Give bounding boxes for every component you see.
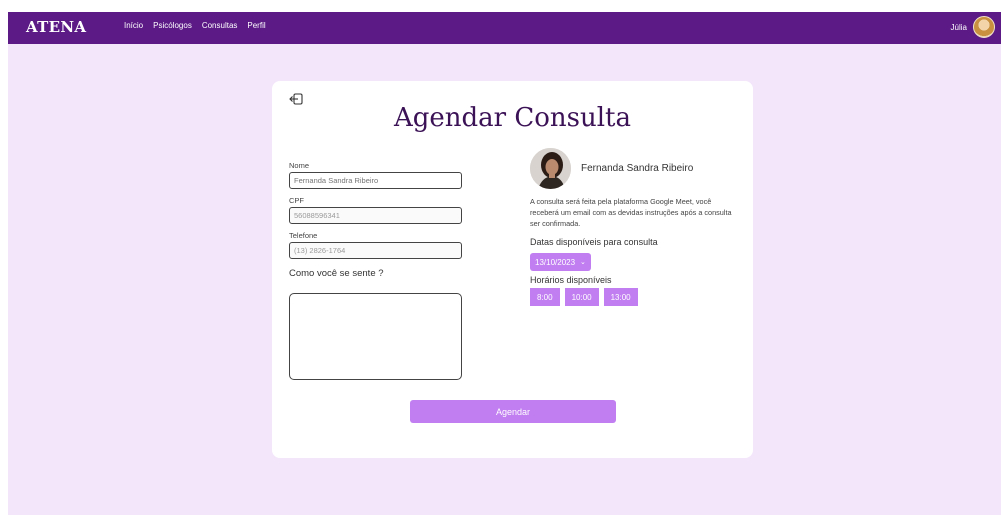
cpf-label: CPF <box>289 196 304 205</box>
phone-label: Telefone <box>289 231 318 240</box>
dates-label: Datas disponíveis para consulta <box>530 237 658 247</box>
schedule-button[interactable]: Agendar <box>410 400 616 423</box>
nav-link-psicologos[interactable]: Psicólogos <box>153 21 192 30</box>
brand-logo[interactable]: ATENA <box>26 18 86 36</box>
psychologist-photo <box>530 148 571 189</box>
user-menu[interactable]: Júlia <box>951 16 995 38</box>
feel-label: Como você se sente ? <box>289 268 384 279</box>
phone-input[interactable] <box>289 242 462 259</box>
page-title: Agendar Consulta <box>393 103 632 133</box>
times-label: Horários disponíveis <box>530 275 612 285</box>
time-slot-1300[interactable]: 13:00 <box>603 288 638 306</box>
patient-form: Nome CPF Telefone Como você se sente ? <box>289 161 462 279</box>
nav-link-perfil[interactable]: Perfil <box>247 21 265 30</box>
selected-date: 13/10/2023 <box>535 257 576 267</box>
psychologist-header: Fernanda Sandra Ribeiro <box>530 148 740 189</box>
name-label: Nome <box>289 161 310 170</box>
time-slot-0800[interactable]: 8:00 <box>530 288 560 306</box>
nav-link-inicio[interactable]: Início <box>124 21 143 30</box>
time-slot-1000[interactable]: 10:00 <box>564 288 599 306</box>
consultation-description: A consulta será feita pela plataforma Go… <box>530 197 732 228</box>
cpf-input[interactable] <box>289 207 462 224</box>
feel-textarea[interactable] <box>289 293 462 380</box>
psychologist-panel: Fernanda Sandra Ribeiro A consulta será … <box>530 148 740 306</box>
name-input[interactable] <box>289 172 462 189</box>
navbar: ATENA Início Psicólogos Consultas Perfil… <box>8 12 1001 44</box>
user-avatar[interactable] <box>973 16 995 38</box>
psychologist-name: Fernanda Sandra Ribeiro <box>581 163 694 174</box>
time-slots: 8:00 10:00 13:00 <box>530 288 740 306</box>
schedule-card: Agendar Consulta Nome CPF Telefone Como … <box>272 81 753 458</box>
date-select[interactable]: 13/10/2023 ⌄ <box>530 253 591 271</box>
nav-link-consultas[interactable]: Consultas <box>202 21 238 30</box>
user-name[interactable]: Júlia <box>951 23 967 32</box>
nav-links: Início Psicólogos Consultas Perfil <box>124 21 266 30</box>
chevron-down-icon: ⌄ <box>580 259 586 266</box>
app-root: ATENA Início Psicólogos Consultas Perfil… <box>8 12 1001 515</box>
